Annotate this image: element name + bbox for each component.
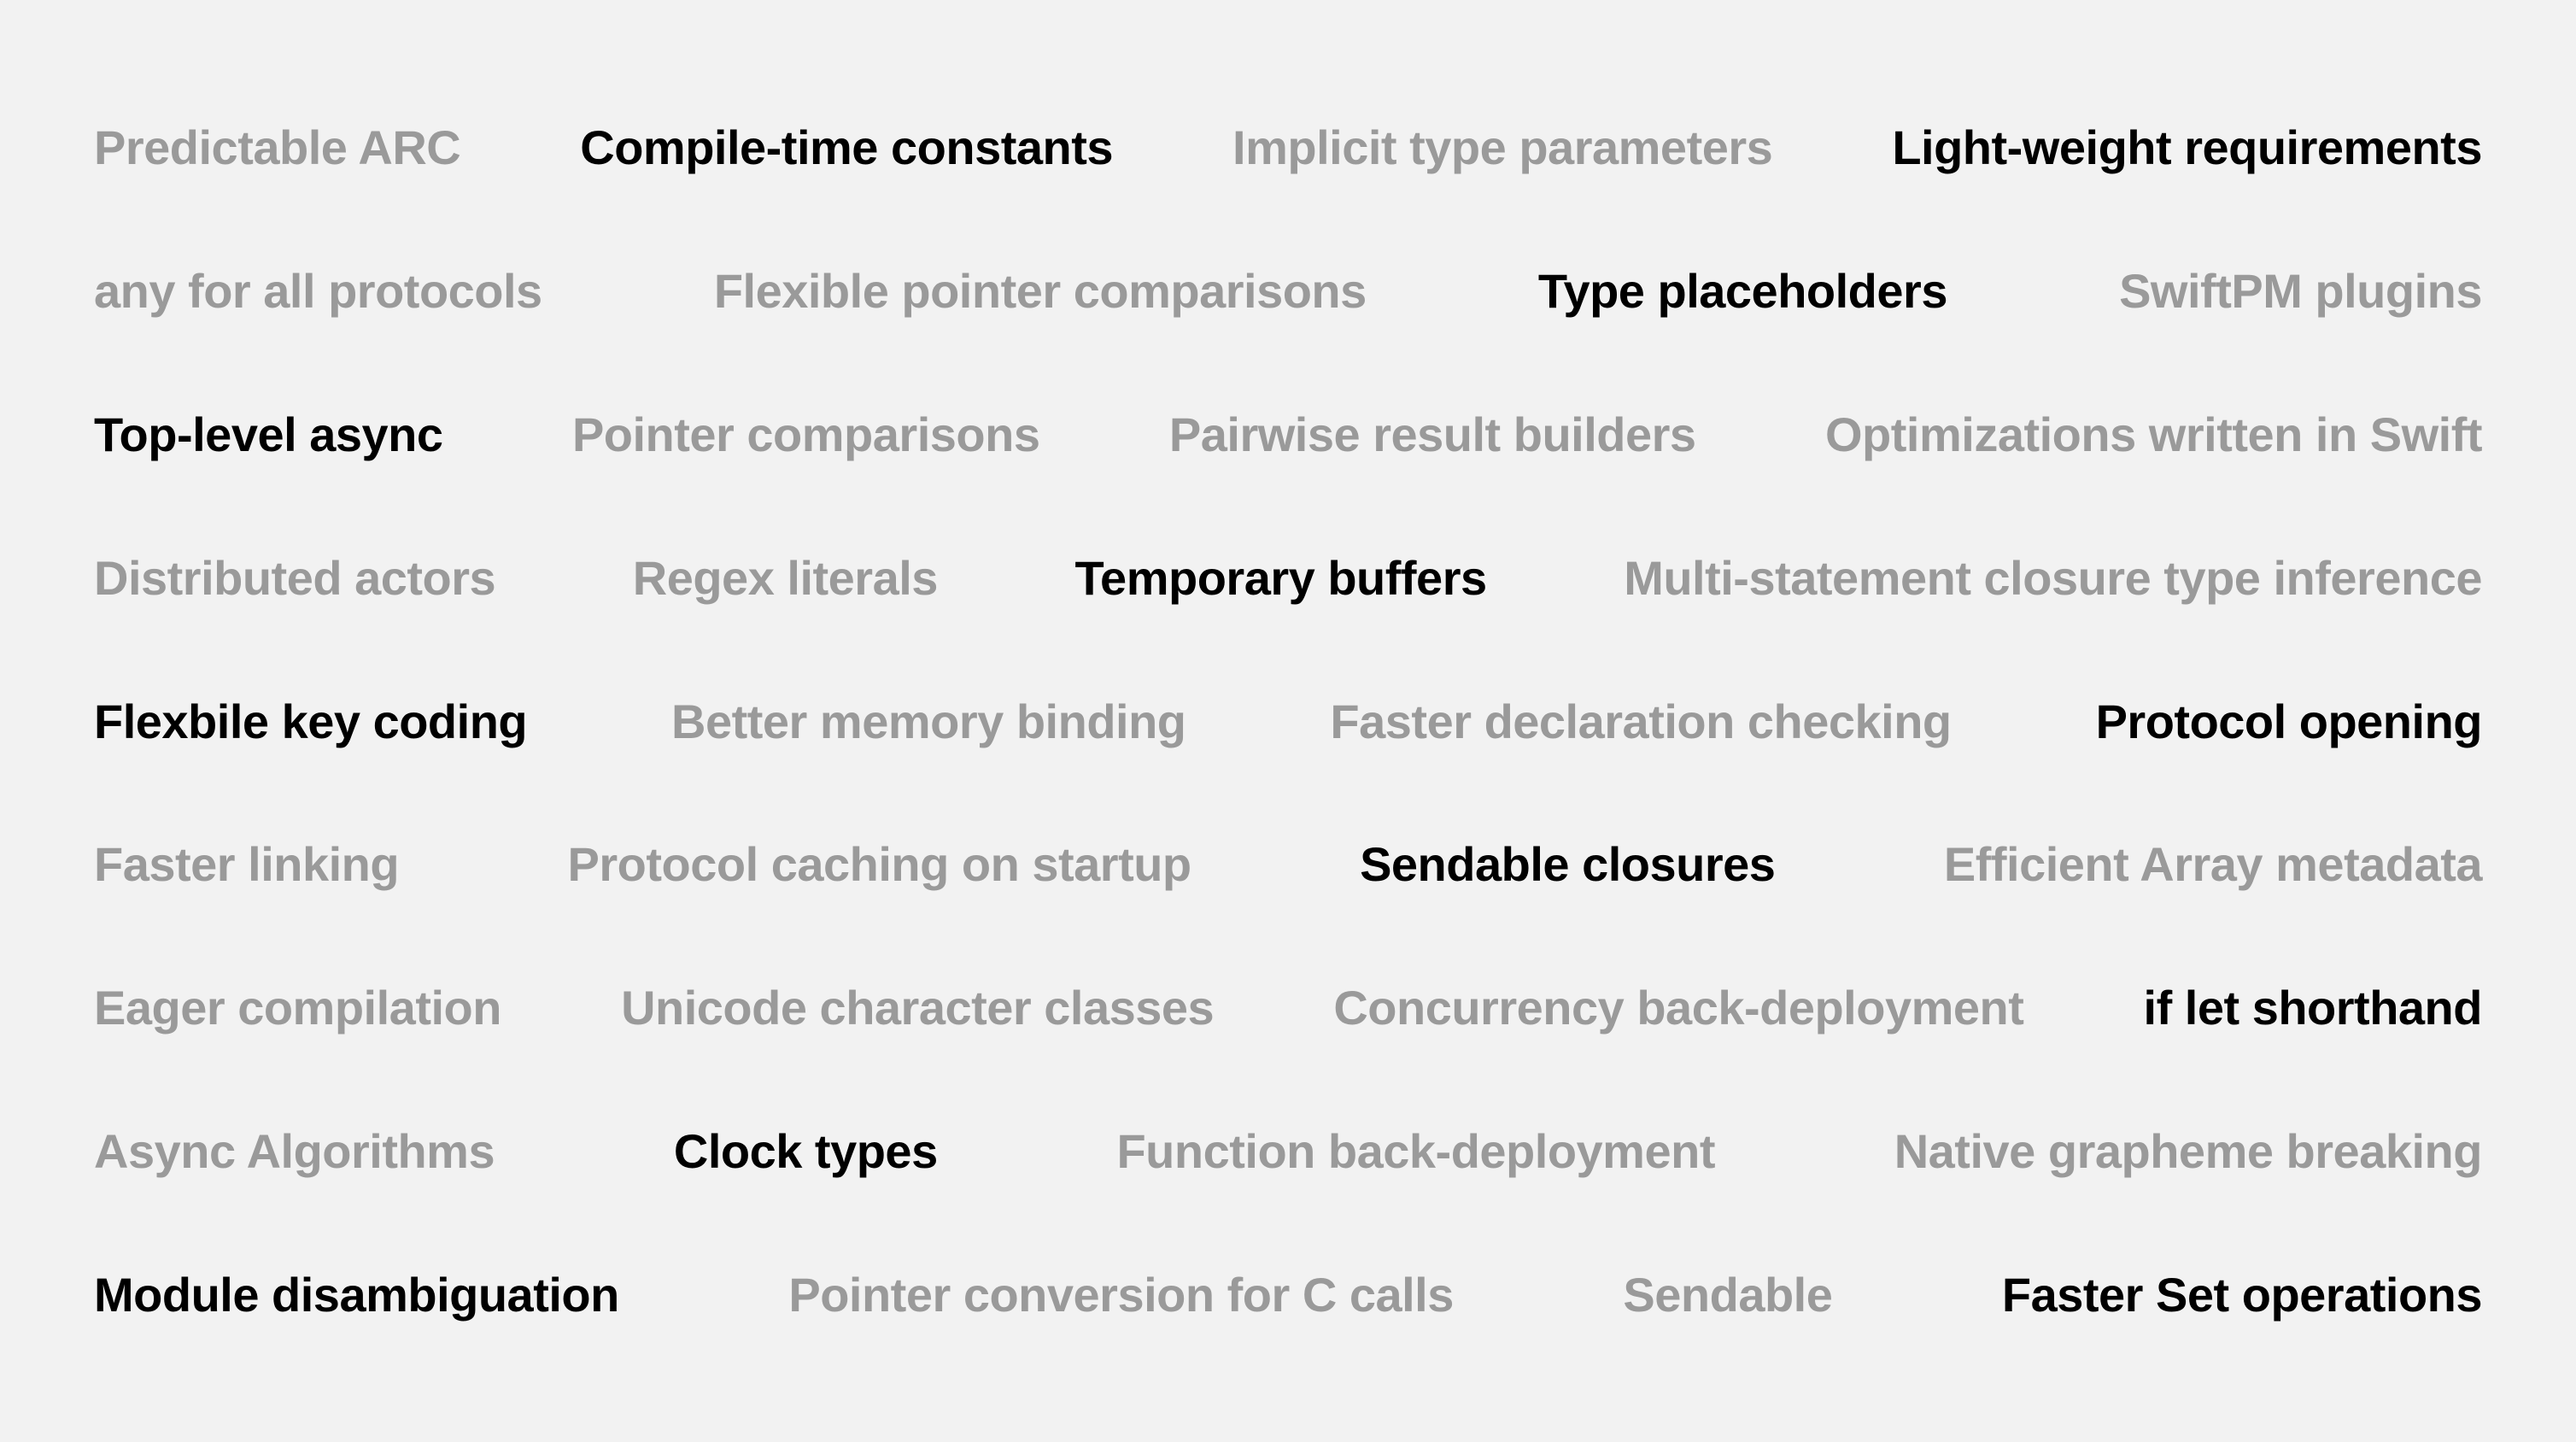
feature-row-3: Distributed actors Regex literals Tempor… xyxy=(94,550,2482,606)
feature-item: if let shorthand xyxy=(2144,980,2482,1035)
feature-item: Faster declaration checking xyxy=(1330,694,1951,749)
feature-item: Module disambiguation xyxy=(94,1267,619,1322)
feature-row-4: Flexbile key coding Better memory bindin… xyxy=(94,694,2482,749)
feature-item: SwiftPM plugins xyxy=(2119,263,2482,319)
feature-item: Implicit type parameters xyxy=(1232,120,1772,175)
feature-item: Eager compilation xyxy=(94,980,501,1035)
feature-item: Flexbile key coding xyxy=(94,694,527,749)
feature-item: Predictable ARC xyxy=(94,120,460,175)
feature-item: Pointer comparisons xyxy=(572,407,1040,462)
feature-item: Top-level async xyxy=(94,407,443,462)
feature-item: Sendable closures xyxy=(1360,836,1775,892)
feature-row-2: Top-level async Pointer comparisons Pair… xyxy=(94,407,2482,462)
feature-row-7: Async Algorithms Clock types Function ba… xyxy=(94,1123,2482,1179)
feature-item: Regex literals xyxy=(633,550,938,606)
feature-item: Better memory binding xyxy=(671,694,1186,749)
feature-row-0: Predictable ARC Compile-time constants I… xyxy=(94,120,2482,175)
feature-item: Concurrency back-deployment xyxy=(1333,980,2023,1035)
feature-item: Native grapheme breaking xyxy=(1894,1123,2482,1179)
feature-item: Flexible pointer comparisons xyxy=(714,263,1367,319)
feature-item: Function back-deployment xyxy=(1116,1123,1715,1179)
feature-item: Compile-time constants xyxy=(580,120,1113,175)
feature-row-5: Faster linking Protocol caching on start… xyxy=(94,836,2482,892)
feature-row-1: any for all protocols Flexible pointer c… xyxy=(94,263,2482,319)
feature-item: Sendable xyxy=(1623,1267,1832,1322)
feature-item: Async Algorithms xyxy=(94,1123,495,1179)
feature-item: Protocol opening xyxy=(2096,694,2482,749)
feature-item: Multi-statement closure type inference xyxy=(1624,550,2482,606)
feature-row-6: Eager compilation Unicode character clas… xyxy=(94,980,2482,1035)
feature-item: Pointer conversion for C calls xyxy=(788,1267,1454,1322)
feature-item: Faster Set operations xyxy=(2002,1267,2482,1322)
feature-item: Efficient Array metadata xyxy=(1944,836,2482,892)
feature-item: any for all protocols xyxy=(94,263,542,319)
feature-item: Light-weight requirements xyxy=(1892,120,2482,175)
feature-row-8: Module disambiguation Pointer conversion… xyxy=(94,1267,2482,1322)
feature-item: Pairwise result builders xyxy=(1169,407,1696,462)
feature-item: Faster linking xyxy=(94,836,399,892)
feature-item: Unicode character classes xyxy=(621,980,1214,1035)
feature-item: Type placeholders xyxy=(1538,263,1947,319)
feature-item: Distributed actors xyxy=(94,550,495,606)
feature-item: Optimizations written in Swift xyxy=(1825,407,2482,462)
feature-item: Clock types xyxy=(674,1123,938,1179)
feature-item: Temporary buffers xyxy=(1075,550,1487,606)
feature-item: Protocol caching on startup xyxy=(568,836,1191,892)
